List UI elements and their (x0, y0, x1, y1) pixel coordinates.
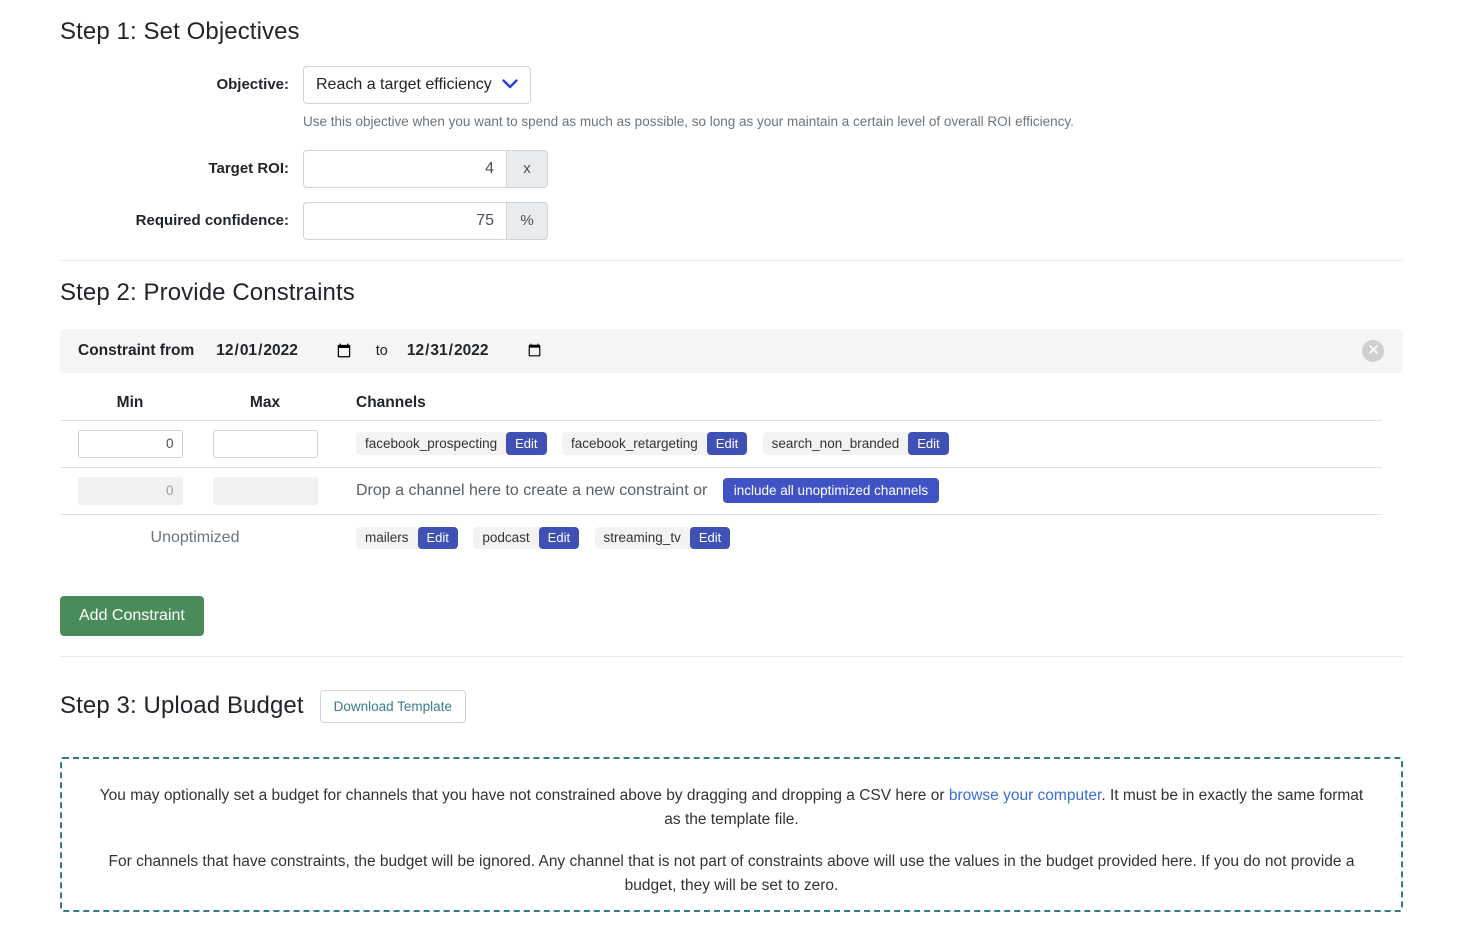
remove-constraint-group-button[interactable] (1362, 340, 1384, 362)
channel-chip-label: facebook_retargeting (562, 432, 707, 455)
target-roi-row: Target ROI: x (60, 150, 1403, 188)
channel-edit-button[interactable]: Edit (418, 527, 458, 549)
dropzone-paragraph-2: For channels that have constraints, the … (86, 850, 1377, 898)
channel-edit-button[interactable]: Edit (690, 527, 730, 549)
constraint-date-range-card: Constraint from to (60, 329, 1403, 373)
objective-row: Objective: Reach a target efficiency Use… (60, 66, 1403, 144)
step-3-header: Step 3: Upload Budget Download Template (60, 673, 1403, 741)
constraint-start-date-input[interactable] (215, 341, 354, 361)
channel-chip[interactable]: search_non_branded Edit (763, 432, 949, 455)
step-2-title: Step 2: Provide Constraints (60, 279, 1403, 307)
step-1-title: Step 1: Set Objectives (60, 18, 1403, 46)
objective-select[interactable]: Reach a target efficiency (303, 66, 531, 104)
channel-edit-button[interactable]: Edit (707, 432, 747, 455)
constraints-table: Min Max Channels facebook_prospecting Ed… (60, 394, 1382, 562)
include-all-unoptimized-channels-button[interactable]: include all unoptimized channels (723, 478, 939, 503)
required-confidence-input[interactable] (303, 202, 506, 240)
channel-edit-button[interactable]: Edit (506, 432, 546, 455)
required-confidence-unit: % (506, 202, 548, 240)
channel-chip-label: search_non_branded (763, 432, 909, 455)
add-constraint-button[interactable]: Add Constraint (60, 596, 204, 636)
objective-help-text: Use this objective when you want to spen… (303, 113, 1403, 131)
channel-chip[interactable]: mailers Edit (356, 527, 458, 549)
drop-row-min-input (78, 477, 183, 505)
channel-edit-button[interactable]: Edit (908, 432, 948, 455)
csv-dropzone[interactable]: You may optionally set a budget for chan… (60, 757, 1403, 912)
drop-channel-hint: Drop a channel here to create a new cons… (356, 482, 707, 499)
channel-chip-label: mailers (356, 527, 418, 549)
browse-your-computer-link[interactable]: browse your computer (949, 787, 1102, 804)
max-input[interactable] (213, 430, 318, 458)
constraint-to-label: to (376, 343, 388, 359)
objective-select-wrap: Reach a target efficiency (303, 66, 531, 104)
channel-edit-button[interactable]: Edit (539, 527, 579, 549)
column-header-min: Min (60, 394, 200, 412)
constraint-from-label: Constraint from (78, 342, 194, 360)
target-roi-input[interactable] (303, 150, 506, 188)
channel-chip[interactable]: facebook_retargeting Edit (562, 432, 747, 455)
target-roi-unit: x (506, 150, 548, 188)
close-circle-icon (1368, 343, 1379, 358)
drop-row-min-cell (60, 477, 200, 505)
min-input[interactable] (78, 430, 183, 458)
required-confidence-row: Required confidence: % (60, 202, 1403, 240)
row-channels-cell: facebook_prospecting Edit facebook_retar… (330, 432, 1382, 455)
drop-row-channels-cell: Drop a channel here to create a new cons… (330, 478, 1382, 503)
objective-label: Objective: (60, 66, 303, 104)
drop-row-max-cell (200, 477, 330, 505)
channel-chip-label: facebook_prospecting (356, 432, 506, 455)
drop-target-row[interactable]: Drop a channel here to create a new cons… (60, 468, 1382, 515)
channel-chip-label: podcast (473, 527, 538, 549)
row-min-cell (60, 430, 200, 458)
unoptimized-channels-cell: mailers Edit podcast Edit streaming_tv E… (330, 527, 1382, 549)
step-3-upload-budget: Step 3: Upload Budget Download Template … (0, 657, 1463, 913)
target-roi-label: Target ROI: (60, 150, 303, 188)
column-header-channels: Channels (330, 394, 1382, 412)
required-confidence-label: Required confidence: (60, 202, 303, 240)
channel-chip[interactable]: streaming_tv Edit (595, 527, 731, 549)
step-2-provide-constraints: Step 2: Provide Constraints Constraint f… (0, 261, 1463, 636)
table-row: facebook_prospecting Edit facebook_retar… (60, 421, 1382, 468)
dropzone-text-part-1: You may optionally set a budget for chan… (100, 787, 949, 804)
drop-row-max-input (213, 477, 318, 505)
unoptimized-label: Unoptimized (60, 529, 330, 547)
download-template-button[interactable]: Download Template (320, 690, 466, 723)
channel-chip-label: streaming_tv (595, 527, 690, 549)
dropzone-paragraph-1: You may optionally set a budget for chan… (86, 784, 1377, 832)
column-header-max: Max (200, 394, 330, 412)
required-confidence-input-group: % (303, 202, 548, 240)
step-3-title: Step 3: Upload Budget (60, 692, 304, 720)
target-roi-input-group: x (303, 150, 548, 188)
constraints-table-header: Min Max Channels (60, 394, 1382, 421)
step-1-set-objectives: Step 1: Set Objectives Objective: Reach … (0, 0, 1463, 240)
unoptimized-row: Unoptimized mailers Edit podcast Edit st… (60, 515, 1382, 562)
channel-chip[interactable]: podcast Edit (473, 527, 579, 549)
row-max-cell (200, 430, 330, 458)
channel-chip[interactable]: facebook_prospecting Edit (356, 432, 547, 455)
constraint-end-date-input[interactable] (406, 341, 545, 361)
optimizer-setup-page: Step 1: Set Objectives Objective: Reach … (0, 0, 1463, 926)
